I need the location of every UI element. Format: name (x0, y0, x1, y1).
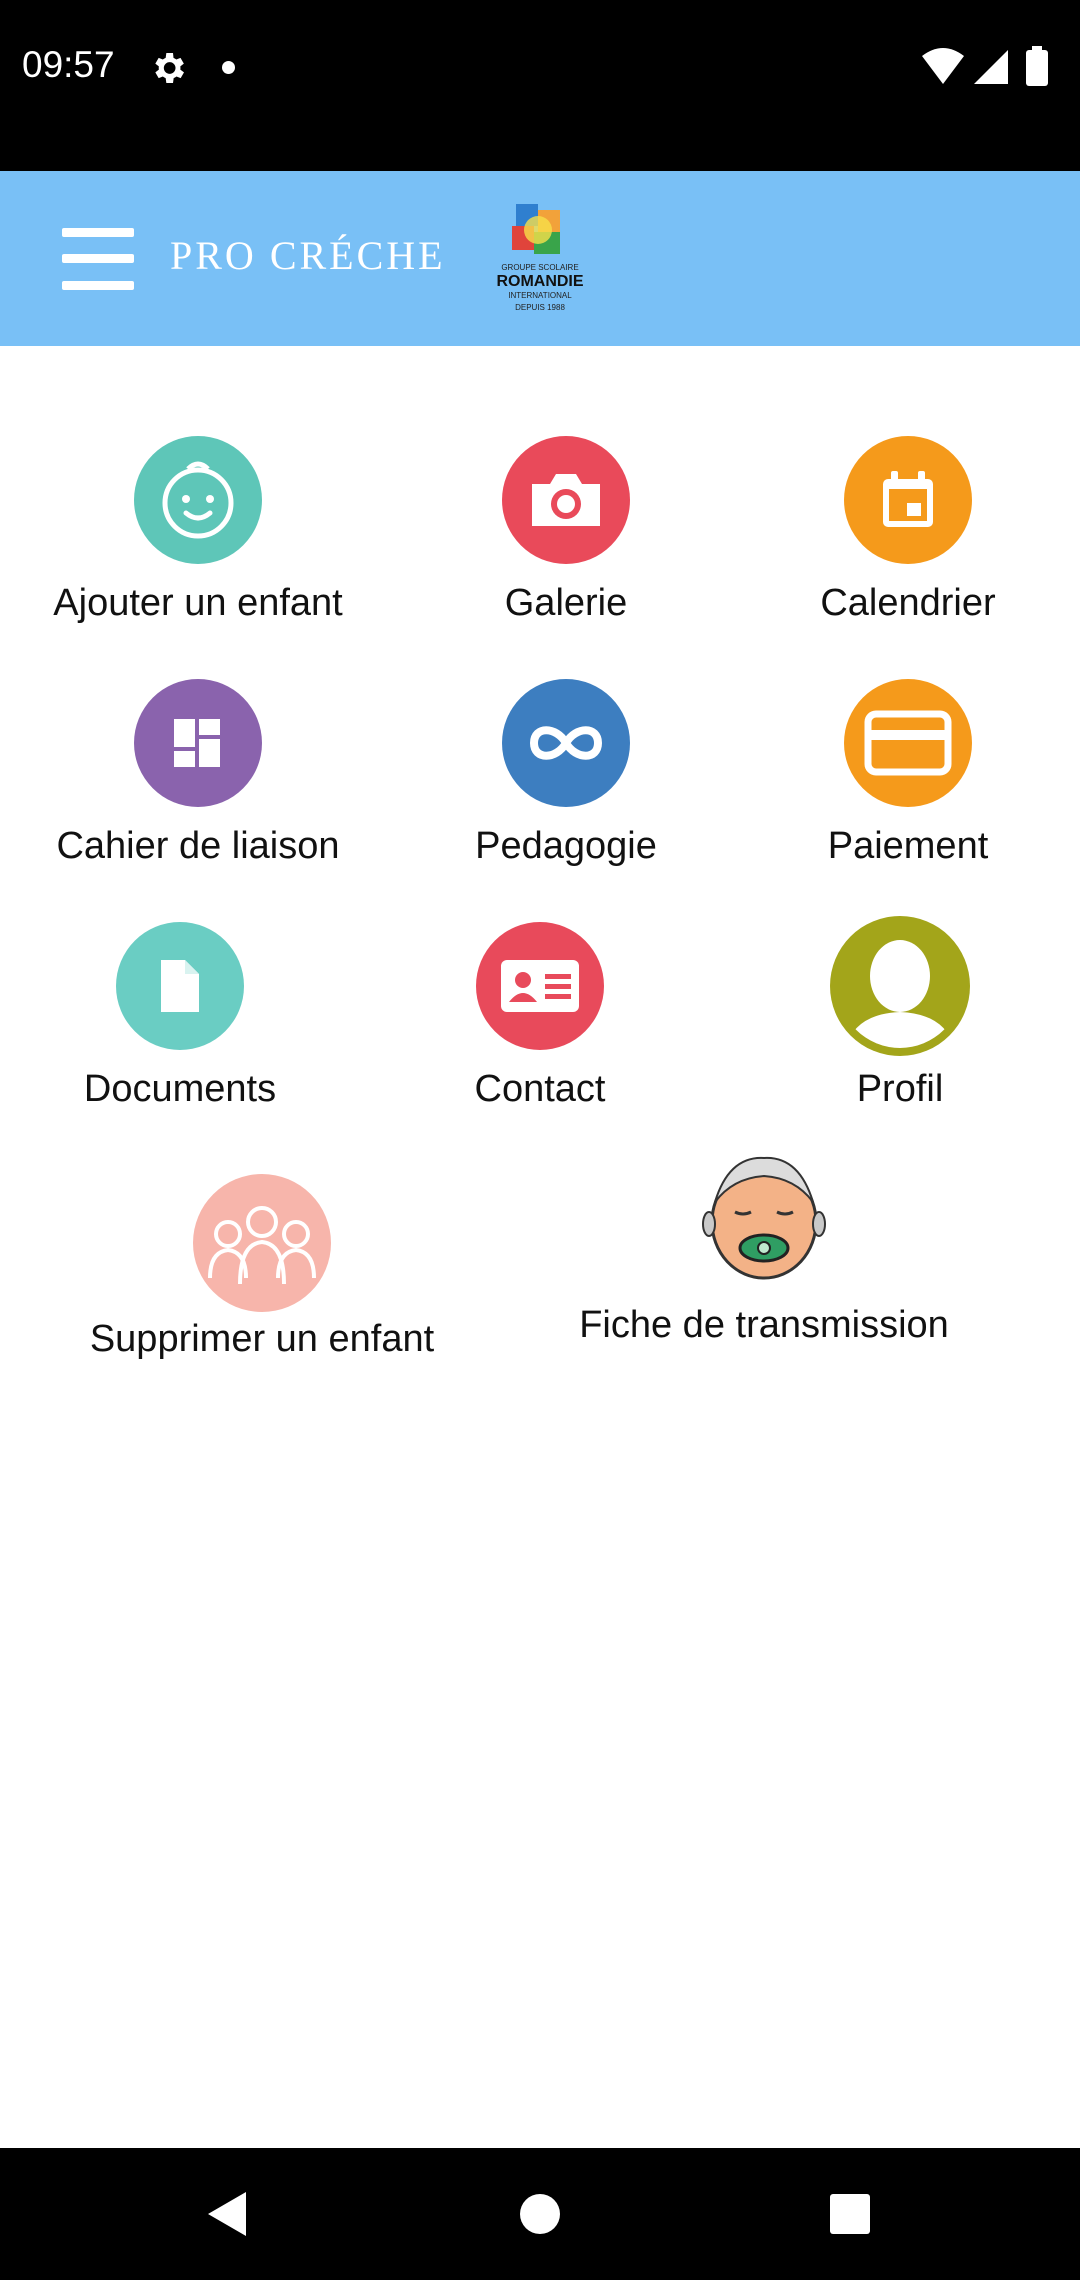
menu-item-ajouter-enfant[interactable]: Ajouter un enfant (18, 430, 378, 660)
logo-line4: DEPUIS 1988 (515, 303, 565, 312)
dashboard-icon (134, 679, 262, 807)
menu-item-profil[interactable]: Profil (720, 916, 1080, 1146)
menu-item-label: Ajouter un enfant (53, 582, 343, 624)
menu-item-label: Calendrier (820, 582, 996, 624)
menu-item-supprimer-enfant[interactable]: Supprimer un enfant (72, 1166, 452, 1396)
menu-item-pedagogie[interactable]: Pedagogie (386, 673, 746, 903)
logo-line2: ROMANDIE (496, 273, 583, 290)
status-bar: 09:57 (0, 0, 1080, 171)
signal-icon (974, 50, 1008, 84)
wifi-icon (922, 48, 964, 84)
menu-item-label: Supprimer un enfant (89, 1318, 435, 1360)
menu-item-label: Fiche de transmission (579, 1304, 949, 1346)
menu-item-calendrier[interactable]: Calendrier (728, 430, 1080, 660)
menu-item-cahier-liaison[interactable]: Cahier de liaison (18, 673, 378, 903)
children-group-icon (193, 1174, 331, 1312)
logo-line1: GROUPE SCOLAIRE (501, 263, 578, 272)
baby-pacifier-icon (699, 1152, 829, 1286)
navigation-bar (0, 2148, 1080, 2280)
back-nav-icon[interactable] (204, 2190, 250, 2238)
menu-item-label: Contact (474, 1068, 606, 1110)
menu-item-fiche-transmission[interactable]: Fiche de transmission (554, 1152, 974, 1382)
menu-item-label: Paiement (827, 825, 989, 867)
menu-item-label: Galerie (504, 582, 628, 624)
menu-item-documents[interactable]: Documents (0, 916, 360, 1146)
recents-nav-icon[interactable] (828, 2192, 872, 2236)
infinity-icon (502, 679, 630, 807)
user-silhouette-icon (830, 916, 970, 1056)
settings-gear-icon (155, 53, 184, 83)
menu-item-label: Cahier de liaison (56, 825, 340, 867)
logo-line3: INTERNATIONAL (508, 291, 572, 300)
menu-item-paiement[interactable]: Paiement (728, 673, 1080, 903)
camera-icon (502, 436, 630, 564)
menu-item-galerie[interactable]: Galerie (386, 430, 746, 660)
home-nav-icon[interactable] (518, 2192, 562, 2236)
hamburger-menu-icon[interactable] (62, 228, 134, 290)
menu-item-label: Pedagogie (475, 825, 657, 867)
notification-dot-icon (222, 61, 235, 74)
app-title: PRO CRÉCHE (170, 233, 446, 278)
menu-item-label: Profil (856, 1068, 944, 1110)
id-card-icon (476, 922, 604, 1050)
menu-item-label: Documents (83, 1068, 277, 1110)
document-icon (116, 922, 244, 1050)
baby-face-icon (134, 436, 262, 564)
menu-item-contact[interactable]: Contact (360, 916, 720, 1146)
calendar-icon (844, 436, 972, 564)
status-system-icons (922, 46, 1048, 86)
credit-card-icon (844, 679, 972, 807)
battery-icon (1026, 50, 1048, 86)
status-time: 09:57 (22, 44, 115, 85)
school-logo: GROUPE SCOLAIRE ROMANDIE INTERNATIONAL D… (496, 204, 584, 312)
